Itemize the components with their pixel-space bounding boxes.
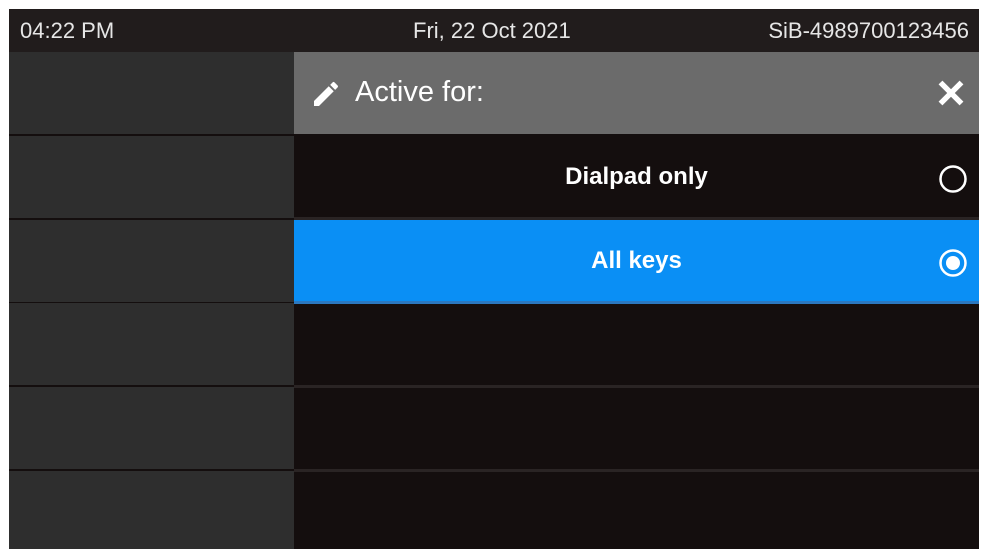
status-date: Fri, 22 Oct 2021 [413, 18, 571, 43]
empty-row [294, 388, 979, 469]
empty-row [294, 472, 979, 549]
status-time: 04:22 PM [20, 18, 115, 43]
option-all-keys[interactable]: All keys [294, 220, 979, 301]
option-label: Dialpad only [565, 163, 708, 190]
active-for-dialog: Active for: Dialpad only All keys [294, 52, 979, 549]
pencil-icon [314, 81, 339, 106]
option-dialpad-only[interactable]: Dialpad only [294, 136, 979, 217]
status-bar: 04:22 PM Fri, 22 Oct 2021 SiB-4989700123… [9, 9, 979, 52]
left-key-column [9, 52, 294, 549]
status-device-id: SiB-4989700123456 [768, 18, 969, 43]
phone-screen: 04:22 PM Fri, 22 Oct 2021 SiB-4989700123… [9, 9, 979, 549]
left-key-5[interactable] [9, 387, 294, 469]
dialog-header: Active for: [294, 52, 979, 134]
empty-row [294, 304, 979, 385]
radio-selected-icon[interactable] [937, 247, 969, 279]
left-key-3[interactable] [9, 220, 294, 302]
left-key-1[interactable] [9, 52, 294, 134]
dialog-title: Active for: [355, 76, 484, 108]
close-icon[interactable] [933, 75, 969, 111]
option-label: All keys [591, 247, 682, 274]
radio-unselected-icon[interactable] [937, 163, 969, 195]
left-key-4[interactable] [9, 303, 294, 385]
left-key-6[interactable] [9, 471, 294, 549]
left-key-2[interactable] [9, 136, 294, 218]
